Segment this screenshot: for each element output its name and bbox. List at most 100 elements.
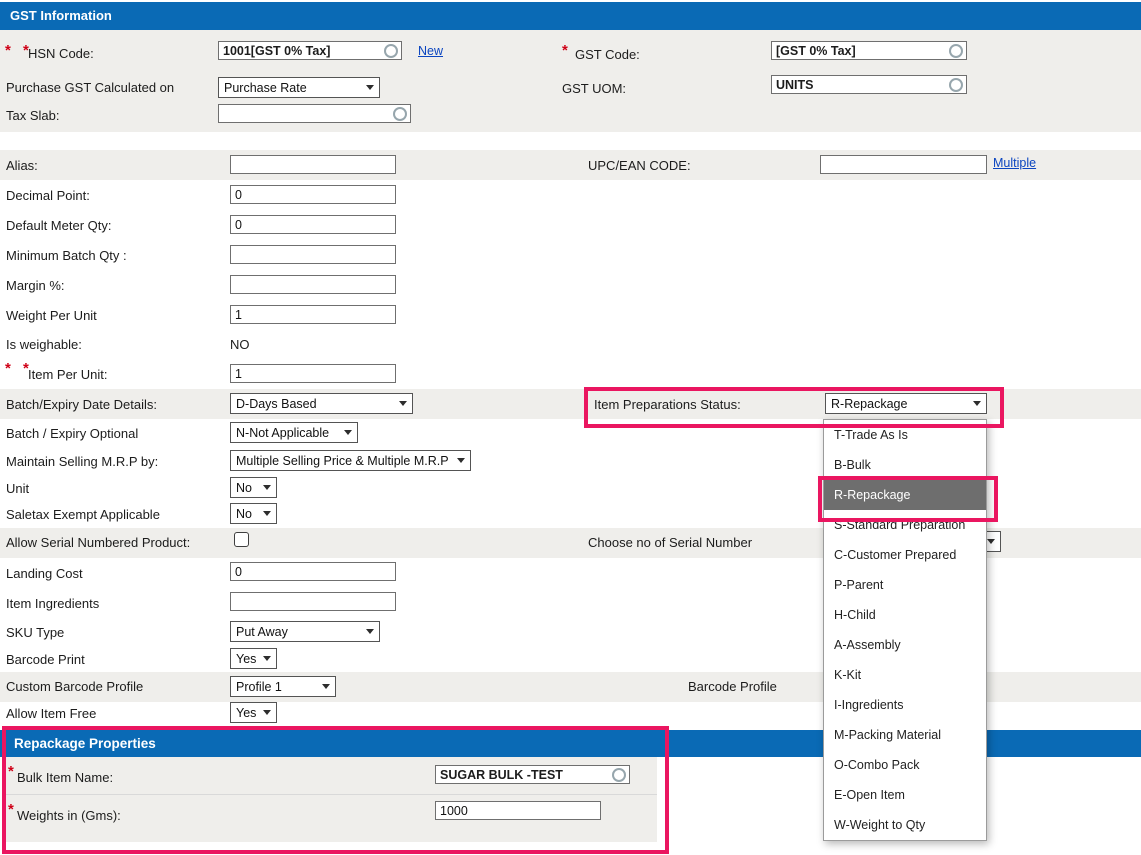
unit-label: Unit xyxy=(6,481,29,496)
dropdown-option[interactable]: M-Packing Material xyxy=(824,720,986,750)
saletax-exempt-label: Saletax Exempt Applicable xyxy=(6,507,160,522)
sku-type-value: Put Away xyxy=(236,625,362,639)
batch-expiry-optional-select[interactable]: N-Not Applicable xyxy=(230,422,358,443)
item-per-unit-input[interactable] xyxy=(230,364,396,383)
dropdown-option[interactable]: E-Open Item xyxy=(824,780,986,810)
gst-code-input[interactable]: [GST 0% Tax] xyxy=(771,41,967,60)
gst-code-value: [GST 0% Tax] xyxy=(776,44,949,58)
barcode-print-select[interactable]: Yes xyxy=(230,648,277,669)
dropdown-option[interactable]: T-Trade As Is xyxy=(824,420,986,450)
bulk-item-name-value: SUGAR BULK -TEST xyxy=(440,768,612,782)
allow-item-free-select[interactable]: Yes xyxy=(230,702,277,723)
item-ingredients-input[interactable] xyxy=(230,592,396,611)
hsn-code-label: HSN Code: xyxy=(28,46,94,61)
landing-cost-label: Landing Cost xyxy=(6,566,83,581)
hsn-code-value: 1001[GST 0% Tax] xyxy=(223,44,384,58)
default-meter-qty-input[interactable] xyxy=(230,215,396,234)
dropdown-arrow-icon xyxy=(263,485,271,490)
gst-uom-input[interactable]: UNITS xyxy=(771,75,967,94)
bulk-item-name-input[interactable]: SUGAR BULK -TEST xyxy=(435,765,630,784)
upc-ean-label: UPC/EAN CODE: xyxy=(588,158,691,173)
lookup-circle-icon[interactable] xyxy=(949,78,963,92)
hsn-code-input[interactable]: 1001[GST 0% Tax] xyxy=(218,41,402,60)
dropdown-arrow-icon xyxy=(322,684,330,689)
dropdown-option-label: T-Trade As Is xyxy=(834,428,908,442)
allow-item-free-label: Allow Item Free xyxy=(6,706,96,721)
landing-cost-input[interactable] xyxy=(230,562,396,581)
gst-uom-value: UNITS xyxy=(776,78,949,92)
dropdown-option[interactable]: K-Kit xyxy=(824,660,986,690)
dropdown-option-label: I-Ingredients xyxy=(834,698,903,712)
dropdown-option[interactable]: W-Weight to Qty xyxy=(824,810,986,840)
batch-expiry-details-select[interactable]: D-Days Based xyxy=(230,393,413,414)
lookup-circle-icon[interactable] xyxy=(612,768,626,782)
tax-slab-input[interactable] xyxy=(218,104,411,123)
lookup-circle-icon[interactable] xyxy=(949,44,963,58)
item-preparation-dropdown-list: T-Trade As Is B-Bulk R-Repackage S-Stand… xyxy=(823,419,987,841)
allow-serial-checkbox[interactable] xyxy=(234,532,249,547)
unit-select[interactable]: No xyxy=(230,477,277,498)
dropdown-arrow-icon xyxy=(366,85,374,90)
dropdown-option[interactable]: H-Child xyxy=(824,600,986,630)
maintain-selling-mrp-select[interactable]: Multiple Selling Price & Multiple M.R.P xyxy=(230,450,471,471)
is-weighable-label: Is weighable: xyxy=(6,337,82,352)
gst-code-label: GST Code: xyxy=(575,47,640,62)
choose-serial-number-label: Choose no of Serial Number xyxy=(588,535,752,550)
bulk-item-name-label: Bulk Item Name: xyxy=(17,770,113,785)
dropdown-option[interactable]: B-Bulk xyxy=(824,450,986,480)
dropdown-option-label: M-Packing Material xyxy=(834,728,941,742)
margin-input[interactable] xyxy=(230,275,396,294)
barcode-print-value: Yes xyxy=(236,652,259,666)
barcode-print-label: Barcode Print xyxy=(6,652,85,667)
dropdown-option-label: C-Customer Prepared xyxy=(834,548,956,562)
alias-input[interactable] xyxy=(230,155,396,174)
batch-expiry-details-label: Batch/Expiry Date Details: xyxy=(6,397,157,412)
purchase-gst-select[interactable]: Purchase Rate xyxy=(218,77,380,98)
section-header-gst-information: GST Information xyxy=(0,2,1141,30)
saletax-exempt-select[interactable]: No xyxy=(230,503,277,524)
dropdown-option[interactable]: P-Parent xyxy=(824,570,986,600)
dropdown-arrow-icon xyxy=(263,710,271,715)
dropdown-arrow-icon xyxy=(457,458,465,463)
item-preparations-status-select[interactable]: R-Repackage xyxy=(825,393,987,414)
upc-ean-input[interactable] xyxy=(820,155,987,174)
alias-label: Alias: xyxy=(6,158,38,173)
upc-multiple-link[interactable]: Multiple xyxy=(993,156,1036,170)
weight-per-unit-input[interactable] xyxy=(230,305,396,324)
default-meter-qty-label: Default Meter Qty: xyxy=(6,218,111,233)
gst-code-required-asterisk: * xyxy=(562,42,572,59)
lookup-circle-icon[interactable] xyxy=(393,107,407,121)
dropdown-option-label: A-Assembly xyxy=(834,638,901,652)
custom-barcode-profile-select[interactable]: Profile 1 xyxy=(230,676,336,697)
item-preparations-status-value: R-Repackage xyxy=(831,397,969,411)
dropdown-arrow-icon xyxy=(399,401,407,406)
tax-slab-label: Tax Slab: xyxy=(6,108,59,123)
allow-item-free-value: Yes xyxy=(236,706,259,720)
dropdown-option[interactable]: S-Standard Preparation xyxy=(824,510,986,540)
hsn-new-link[interactable]: New xyxy=(418,44,443,58)
sku-type-select[interactable]: Put Away xyxy=(230,621,380,642)
weights-in-gms-input[interactable] xyxy=(435,801,601,820)
dropdown-arrow-icon xyxy=(987,539,995,544)
dropdown-option[interactable]: R-Repackage xyxy=(824,480,986,510)
decimal-point-input[interactable] xyxy=(230,185,396,204)
dropdown-arrow-icon xyxy=(366,629,374,634)
dropdown-option[interactable]: I-Ingredients xyxy=(824,690,986,720)
dropdown-option[interactable]: A-Assembly xyxy=(824,630,986,660)
dropdown-option[interactable]: C-Customer Prepared xyxy=(824,540,986,570)
page-title: GST Information xyxy=(10,8,112,23)
dropdown-option-label: S-Standard Preparation xyxy=(834,518,965,532)
dropdown-option-label: W-Weight to Qty xyxy=(834,818,925,832)
gst-uom-label: GST UOM: xyxy=(562,81,626,96)
batch-expiry-details-value: D-Days Based xyxy=(236,397,395,411)
dropdown-option-label: R-Repackage xyxy=(834,488,910,502)
dropdown-option-label: O-Combo Pack xyxy=(834,758,919,772)
decimal-point-label: Decimal Point: xyxy=(6,188,90,203)
custom-barcode-profile-value: Profile 1 xyxy=(236,680,318,694)
lookup-circle-icon[interactable] xyxy=(384,44,398,58)
margin-label: Margin %: xyxy=(6,278,65,293)
minimum-batch-qty-input[interactable] xyxy=(230,245,396,264)
dropdown-option[interactable]: O-Combo Pack xyxy=(824,750,986,780)
maintain-selling-mrp-label: Maintain Selling M.R.P by: xyxy=(6,454,158,469)
dropdown-arrow-icon xyxy=(263,511,271,516)
